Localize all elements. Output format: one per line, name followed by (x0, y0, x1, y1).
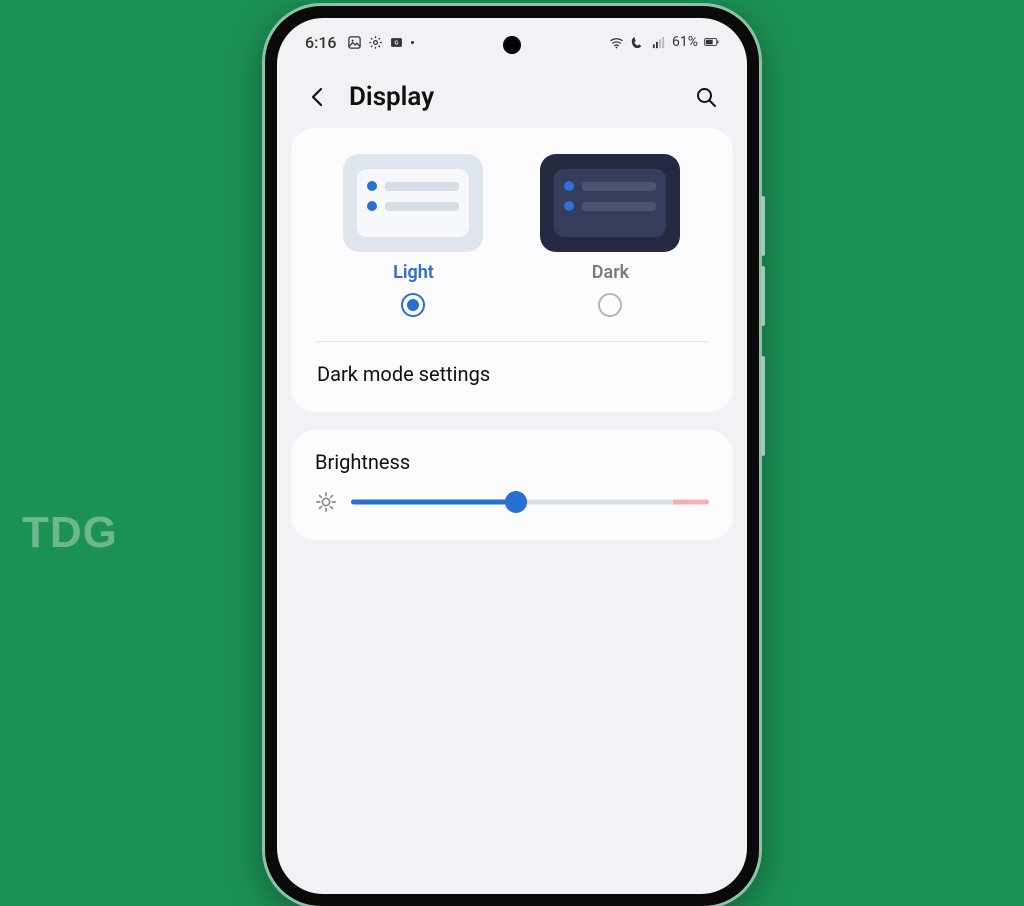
brightness-slider[interactable] (351, 490, 709, 514)
brightness-title: Brightness (315, 450, 709, 474)
brightness-thumb[interactable] (505, 491, 527, 513)
brightness-card: Brightness (291, 430, 733, 540)
light-theme-radio[interactable] (401, 293, 425, 317)
power-button[interactable] (761, 356, 765, 456)
battery-icon (704, 35, 719, 50)
theme-option-dark[interactable]: Dark (524, 154, 697, 317)
theme-card: Light Dark Da (291, 128, 733, 412)
volte-icon (630, 35, 645, 50)
chevron-left-icon (306, 85, 330, 109)
settings-icon (368, 35, 383, 50)
wifi-icon (609, 35, 624, 50)
dark-mode-settings-row[interactable]: Dark mode settings (315, 342, 709, 392)
page-title: Display (349, 82, 675, 112)
brightness-fill (351, 500, 516, 505)
light-theme-preview (343, 154, 483, 252)
search-button[interactable] (691, 82, 721, 112)
battery-percent-text: 61% (672, 34, 698, 50)
theme-option-light[interactable]: Light (327, 154, 500, 317)
clock-text: 6:16 (305, 33, 337, 52)
signal-icon (651, 35, 666, 50)
settings-content: Light Dark Da (291, 128, 733, 540)
svg-text:G: G (394, 40, 398, 46)
google-icon: G (389, 35, 404, 50)
gallery-icon (347, 35, 362, 50)
phone-frame: 6:16 G (265, 6, 759, 906)
dot-icon (410, 35, 416, 50)
dark-theme-preview (540, 154, 680, 252)
dark-theme-radio[interactable] (598, 293, 622, 317)
front-camera (503, 36, 521, 54)
search-icon (694, 85, 718, 109)
light-theme-label: Light (393, 262, 434, 283)
brightness-low-icon (315, 491, 337, 513)
watermark-text: TDG (22, 508, 118, 558)
phone-screen: 6:16 G (277, 18, 747, 894)
title-bar: Display (277, 70, 747, 124)
volume-down-button[interactable] (761, 266, 765, 326)
dark-theme-label: Dark (592, 262, 629, 283)
back-button[interactable] (303, 82, 333, 112)
volume-up-button[interactable] (761, 196, 765, 256)
